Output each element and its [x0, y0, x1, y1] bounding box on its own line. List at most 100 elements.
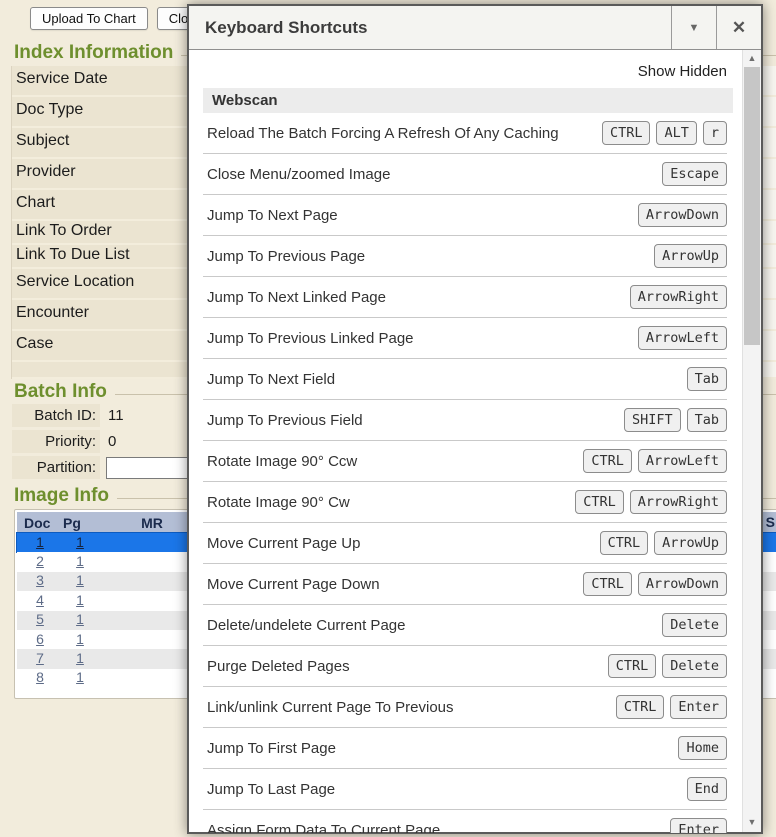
modal-close-button[interactable]: ✕ — [716, 6, 761, 49]
shortcut-keys: Delete — [662, 613, 727, 637]
doc-cell: 1 — [17, 534, 63, 552]
index-field-label: Doc Type — [12, 97, 192, 126]
partition-label: Partition: — [12, 456, 100, 479]
image-info-title: Image Info — [14, 485, 109, 507]
key-badge: CTRL — [600, 531, 649, 555]
key-badge: ArrowRight — [630, 285, 727, 309]
shortcut-keys: ArrowLeft — [638, 326, 727, 350]
shortcut-label: Rotate Image 90° Ccw — [203, 451, 571, 472]
shortcut-row: Jump To Next Linked PageArrowRight — [203, 277, 727, 318]
key-badge: Escape — [662, 162, 727, 186]
scrollbar-up-icon[interactable]: ▲ — [743, 50, 761, 66]
doc-link[interactable]: 6 — [36, 631, 44, 647]
shortcut-label: Purge Deleted Pages — [203, 656, 596, 677]
page-background: Upload To Chart Close ? Index Informatio… — [0, 0, 776, 837]
pg-link[interactable]: 1 — [76, 650, 84, 666]
shortcut-keys: Escape — [662, 162, 727, 186]
doc-link[interactable]: 4 — [36, 592, 44, 608]
pg-cell: 1 — [63, 572, 97, 590]
doc-link[interactable]: 7 — [36, 650, 44, 666]
key-badge: SHIFT — [624, 408, 681, 432]
doc-link[interactable]: 3 — [36, 572, 44, 588]
index-field-label: Service Location — [12, 269, 192, 298]
scrollbar-thumb[interactable] — [744, 67, 760, 345]
pg-link[interactable]: 1 — [76, 611, 84, 627]
show-hidden-link[interactable]: Show Hidden — [203, 63, 727, 80]
pg-link[interactable]: 1 — [76, 631, 84, 647]
key-badge: Tab — [687, 408, 727, 432]
key-badge: ArrowUp — [654, 531, 727, 555]
key-badge: CTRL — [602, 121, 651, 145]
close-icon: ✕ — [732, 18, 746, 38]
shortcut-keys: CTRLArrowDown — [583, 572, 727, 596]
doc-link[interactable]: 2 — [36, 553, 44, 569]
shortcut-row: Move Current Page DownCTRLArrowDown — [203, 564, 727, 605]
pg-cell: 1 — [63, 650, 97, 668]
shortcut-keys: CTRLArrowRight — [575, 490, 727, 514]
shortcut-keys: CTRLArrowLeft — [583, 449, 727, 473]
key-badge: Delete — [662, 613, 727, 637]
column-status-partial: S — [766, 514, 775, 530]
key-badge: Enter — [670, 818, 727, 833]
pg-link[interactable]: 1 — [76, 669, 84, 685]
key-badge: CTRL — [616, 695, 665, 719]
section-header-webscan: Webscan — [203, 88, 733, 113]
modal-title: Keyboard Shortcuts — [189, 6, 671, 49]
pg-link[interactable]: 1 — [76, 592, 84, 608]
index-field-label: Chart — [12, 190, 192, 219]
pg-link[interactable]: 1 — [76, 572, 84, 588]
modal-titlebar: Keyboard Shortcuts ▼ ✕ — [189, 6, 761, 50]
shortcut-row: Assign Form Data To Current PageEnter — [203, 810, 727, 833]
batch-id-label: Batch ID: — [12, 404, 100, 427]
shortcut-label: Jump To Last Page — [203, 779, 675, 800]
shortcut-label: Jump To Previous Page — [203, 246, 642, 267]
key-badge: ArrowLeft — [638, 449, 727, 473]
column-pg: Pg — [63, 515, 97, 531]
collapse-button[interactable]: ▼ — [671, 6, 716, 49]
shortcut-keys: ArrowUp — [654, 244, 727, 268]
shortcut-row: Reload The Batch Forcing A Refresh Of An… — [203, 113, 727, 154]
shortcut-row: Jump To Previous Linked Page ArrowLeft — [203, 318, 727, 359]
key-badge: ALT — [656, 121, 696, 145]
key-badge: ArrowLeft — [638, 326, 727, 350]
shortcut-list: Reload The Batch Forcing A Refresh Of An… — [203, 113, 727, 833]
doc-cell: 5 — [17, 611, 63, 629]
pg-cell: 1 — [63, 553, 97, 571]
batch-info-title: Batch Info — [14, 381, 107, 403]
shortcut-keys: Home — [678, 736, 727, 760]
key-badge: ArrowDown — [638, 203, 727, 227]
modal-scrollbar[interactable]: ▲ ▼ — [742, 50, 761, 832]
pg-cell: 1 — [63, 611, 97, 629]
shortcut-label: Jump To Next Page — [203, 205, 626, 226]
key-badge: End — [687, 777, 727, 801]
shortcut-label: Rotate Image 90° Cw — [203, 492, 563, 513]
upload-to-chart-button[interactable]: Upload To Chart — [30, 7, 148, 30]
shortcut-row: Rotate Image 90° Ccw CTRLArrowLeft — [203, 441, 727, 482]
key-badge: ArrowUp — [654, 244, 727, 268]
shortcut-row: Jump To First PageHome — [203, 728, 727, 769]
shortcut-row: Jump To Last Page End — [203, 769, 727, 810]
pg-link[interactable]: 1 — [76, 553, 84, 569]
shortcut-label: Jump To Previous Linked Page — [203, 328, 626, 349]
doc-link[interactable]: 1 — [36, 534, 44, 550]
shortcut-label: Reload The Batch Forcing A Refresh Of An… — [203, 123, 590, 144]
pg-cell: 1 — [63, 592, 97, 610]
shortcut-row: Purge Deleted Pages CTRLDelete — [203, 646, 727, 687]
doc-cell: 3 — [17, 572, 63, 590]
shortcut-row: Move Current Page UpCTRLArrowUp — [203, 523, 727, 564]
key-badge: CTRL — [608, 654, 657, 678]
scrollbar-down-icon[interactable]: ▼ — [743, 814, 761, 830]
column-doc: Doc — [17, 515, 63, 531]
doc-link[interactable]: 8 — [36, 669, 44, 685]
shortcut-row: Jump To Next FieldTab — [203, 359, 727, 400]
pg-cell: 1 — [63, 534, 97, 552]
shortcut-keys: CTRLDelete — [608, 654, 727, 678]
shortcut-keys: CTRLEnter — [616, 695, 727, 719]
key-badge: Enter — [670, 695, 727, 719]
shortcut-keys: Enter — [670, 818, 727, 833]
doc-cell: 6 — [17, 631, 63, 649]
shortcut-keys: ArrowDown — [638, 203, 727, 227]
doc-link[interactable]: 5 — [36, 611, 44, 627]
index-information-title: Index Information — [14, 42, 173, 64]
pg-link[interactable]: 1 — [76, 534, 84, 550]
